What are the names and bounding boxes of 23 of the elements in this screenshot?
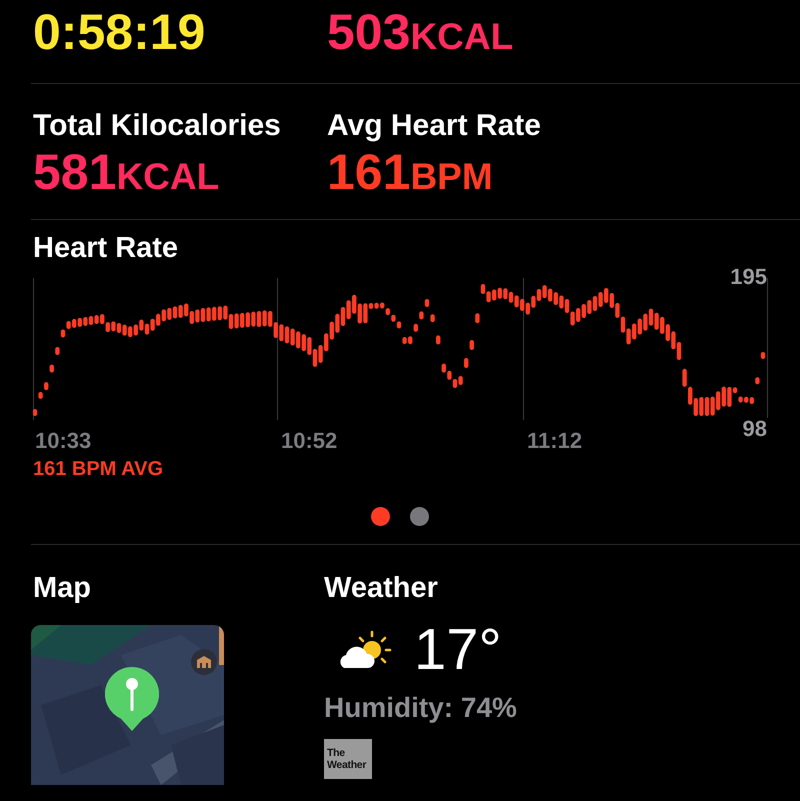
page-dot[interactable]	[371, 507, 390, 526]
axis-max-label: 195	[730, 264, 767, 290]
stat-label: Total Kilocalories	[33, 108, 282, 144]
section-title: Heart Rate	[33, 231, 178, 266]
building-icon	[191, 649, 217, 675]
map-pin-icon	[105, 667, 159, 731]
stat-value: 0:58:19	[33, 4, 206, 60]
humidity-label: Humidity: 74%	[324, 692, 517, 724]
axis-min-label: 98	[742, 416, 767, 442]
time-label: 10:52	[281, 428, 338, 453]
stat-value: 581KCAL	[33, 144, 220, 202]
time-label: 10:33	[35, 428, 92, 453]
page-dot[interactable]	[410, 507, 429, 526]
stat-value: 161BPM	[327, 144, 493, 202]
temperature: 17°	[414, 618, 502, 682]
stat-value: 503KCAL	[327, 4, 514, 62]
partly-sunny-icon	[338, 630, 392, 670]
weather-channel-logo: The Weather	[324, 739, 372, 779]
section-title: Weather	[324, 571, 438, 606]
stat-label: Avg Heart Rate	[327, 108, 542, 144]
average-label: 161 BPM AVG	[33, 458, 164, 481]
section-title: Map	[33, 571, 91, 606]
time-label: 11:12	[527, 428, 582, 453]
